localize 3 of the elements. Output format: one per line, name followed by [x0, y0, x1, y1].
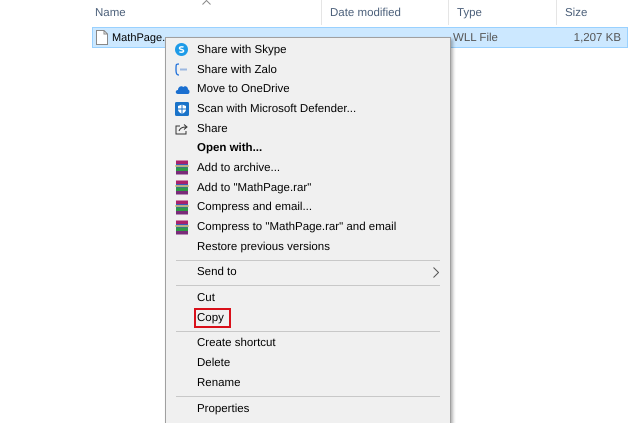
file-name: MathPage. [112, 32, 166, 44]
file-type: WLL File [453, 32, 498, 44]
file-size: 1,207 KB [574, 32, 621, 44]
